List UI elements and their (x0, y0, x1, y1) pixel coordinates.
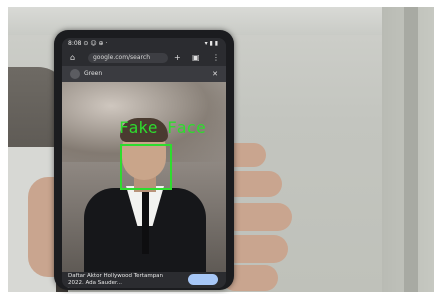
close-icon[interactable]: ✕ (212, 68, 218, 80)
viewer-title: Green (84, 70, 103, 77)
status-bar: 8:08 ⊙ ☺ ⊕ · ▾ ▮ ▮ (62, 38, 226, 50)
detection-bounding-box (120, 144, 172, 190)
visit-button[interactable] (188, 274, 218, 285)
home-icon[interactable]: ⌂ (70, 52, 75, 64)
browser-url-bar: ⌂ google.com/search + ▣ ⋮ (62, 50, 226, 66)
status-right: ▾ ▮ ▮ (204, 40, 218, 47)
menu-icon[interactable]: ⋮ (212, 52, 220, 64)
detection-label: Fake Face (119, 118, 206, 137)
url-field[interactable]: google.com/search (88, 53, 168, 63)
add-tab-icon[interactable]: + (174, 52, 181, 64)
status-time: 8:08 ⊙ ☺ ⊕ · (68, 40, 108, 47)
door-frame (404, 7, 418, 292)
caption-bar: Daftar Aktor Hollywood Tertampan 2022. A… (62, 272, 226, 288)
image-caption: Daftar Aktor Hollywood Tertampan 2022. A… (68, 273, 164, 286)
necktie (142, 192, 149, 254)
image-viewer-header: Green ✕ (62, 66, 226, 82)
webcam-frame: 8:08 ⊙ ☺ ⊕ · ▾ ▮ ▮ ⌂ google.com/search +… (0, 0, 442, 294)
site-icon (70, 69, 80, 79)
tabs-icon[interactable]: ▣ (192, 52, 200, 64)
